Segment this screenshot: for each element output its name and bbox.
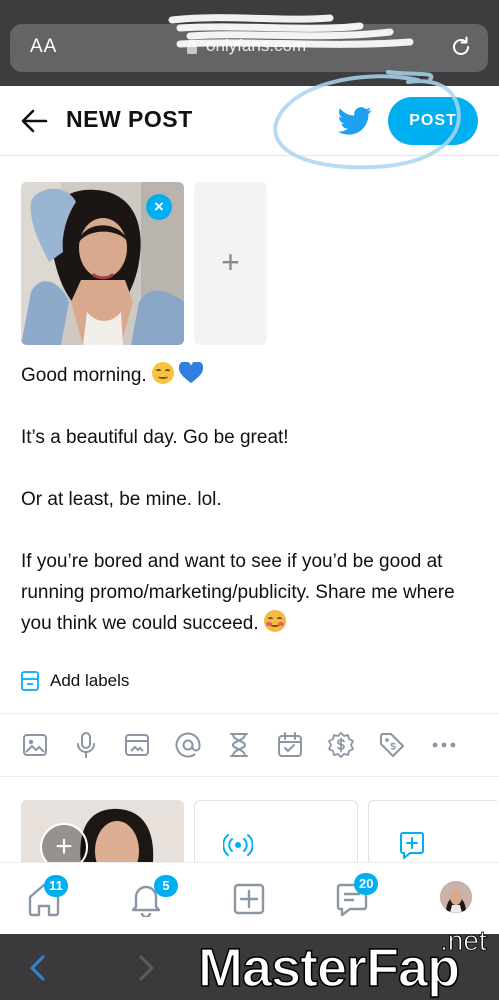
text-size-button[interactable]: AA [30,36,57,58]
back-arrow-icon[interactable] [20,108,48,134]
svg-text:MasterFap: MasterFap [198,938,459,998]
avatar-image [440,881,472,913]
smiling-face-emoji [151,362,174,384]
smiling-face-with-hearts-emoji [263,610,286,632]
post-paragraph: Or at least, be mine. lol. [21,489,222,510]
add-labels-label: Add labels [50,671,130,690]
vault-icon[interactable] [123,731,151,759]
label-icon [21,671,39,691]
post-button[interactable]: POST [388,97,478,145]
live-broadcast-icon [223,834,253,856]
add-media-plus-icon: + [221,244,240,280]
live-stream-card[interactable] [194,800,358,870]
url-text: onlyfans.com [206,36,307,55]
notifications-badge: 5 [154,875,178,897]
home-badge: 11 [44,875,68,897]
hourglass-icon[interactable] [225,731,253,759]
new-post-header: NEW POST POST [0,86,499,156]
story-card[interactable]: + [21,800,184,870]
mention-icon[interactable] [174,731,202,759]
add-media-button[interactable]: + [194,182,267,345]
profile-avatar[interactable] [440,881,472,913]
svg-text:.net: .net [440,925,487,956]
post-paragraph: Good morning. [21,360,481,391]
page-title: NEW POST [66,106,193,132]
twitter-icon[interactable] [338,106,372,136]
lock-icon [187,41,197,54]
image-icon[interactable] [21,731,49,759]
post-text-area[interactable]: Good morning. It’s a beautiful day. Go b… [21,360,481,639]
post-paragraph: If you’re bored and want to see if you’d… [21,551,455,634]
post-options-toolbar [0,713,499,777]
tag-icon[interactable] [378,731,406,759]
more-icon[interactable] [430,731,458,759]
calendar-icon[interactable] [276,731,304,759]
add-post-icon[interactable] [231,881,267,917]
browser-forward-icon[interactable] [138,954,156,982]
new-item-card[interactable] [368,800,499,870]
post-paragraph: It’s a beautiful day. Go be great! [21,427,289,448]
microphone-icon[interactable] [72,731,100,759]
address-bar[interactable]: AA onlyfans.com [10,24,488,72]
browser-top-bar: AA onlyfans.com [0,0,499,86]
remove-photo-button[interactable]: × [146,194,172,220]
blue-heart-emoji [179,362,204,383]
reload-icon[interactable] [448,34,474,60]
add-message-icon [400,832,424,859]
messages-badge: 20 [354,873,379,895]
watermark-logo: MasterFap .net [197,925,487,999]
browser-back-icon[interactable] [28,954,46,982]
price-icon[interactable] [327,731,355,759]
